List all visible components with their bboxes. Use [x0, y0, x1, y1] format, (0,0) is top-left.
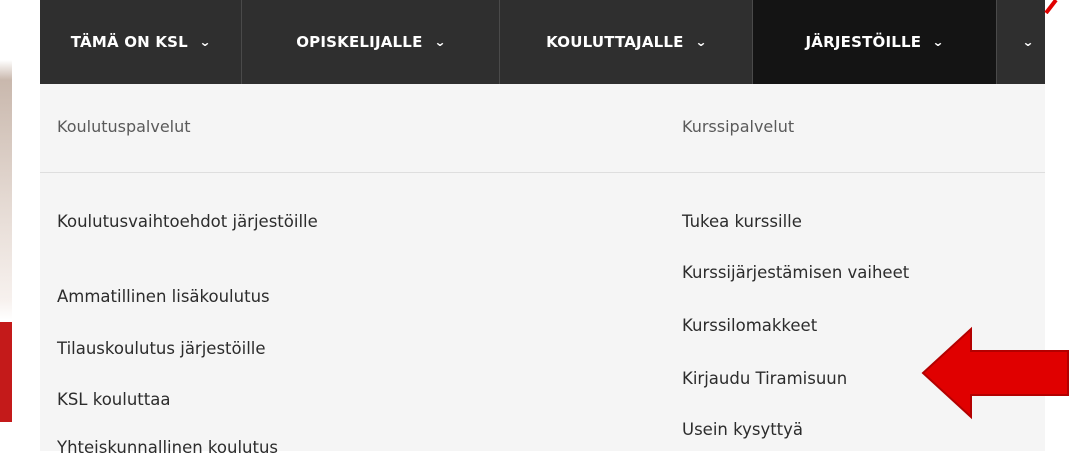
chevron-down-icon: ⌄: [932, 35, 945, 49]
link-tilauskoulutus[interactable]: Tilauskoulutus järjestöille: [57, 339, 266, 358]
chevron-down-icon: ⌄: [433, 35, 446, 49]
left-arrow-icon: [921, 326, 1069, 420]
link-koulutusvaihtoehdot[interactable]: Koulutusvaihtoehdot järjestöille: [57, 212, 318, 231]
red-accent-bar: [0, 322, 12, 422]
nav-item-kouluttajalle[interactable]: KOULUTTAJALLE ⌄: [500, 0, 753, 84]
link-tukea-kurssille[interactable]: Tukea kurssille: [682, 212, 802, 231]
red-annotation-mark: [1044, 0, 1058, 14]
link-usein-kysyttya[interactable]: Usein kysyttyä: [682, 420, 803, 439]
link-kurssijarjestamisen-vaiheet[interactable]: Kurssijärjestämisen vaiheet: [682, 263, 909, 282]
column-title-kurssipalvelut: Kurssipalvelut: [682, 117, 795, 136]
nav-item-label: TÄMÄ ON KSL: [70, 33, 188, 51]
chevron-down-icon: ⌄: [1021, 35, 1035, 49]
page-background-strip: [0, 0, 12, 451]
link-ksl-kouluttaa[interactable]: KSL kouluttaa: [57, 390, 170, 409]
nav-item-label: KOULUTTAJALLE: [546, 33, 684, 51]
nav-item-opiskelijalle[interactable]: OPISKELIJALLE ⌄: [242, 0, 500, 84]
link-kirjaudu-tiramisuun[interactable]: Kirjaudu Tiramisuun: [682, 369, 847, 388]
dropdown-panel: Koulutuspalvelut Kurssipalvelut Koulutus…: [40, 84, 1045, 457]
chevron-down-icon: ⌄: [694, 35, 707, 49]
nav-item-tama-on-ksl[interactable]: TÄMÄ ON KSL ⌄: [40, 0, 242, 84]
column-title-koulutuspalvelut: Koulutuspalvelut: [57, 117, 191, 136]
nav-item-label: JÄRJESTÖILLE: [805, 33, 922, 51]
link-ammatillinen-lisakoulutus[interactable]: Ammatillinen lisäkoulutus: [57, 287, 270, 306]
nav-item-jarjestoille[interactable]: JÄRJESTÖILLE ⌄: [753, 0, 997, 84]
link-kurssilomakkeet[interactable]: Kurssilomakkeet: [682, 316, 817, 335]
link-yhteiskunnallinen-koulutus[interactable]: Yhteiskunnallinen koulutus: [57, 438, 278, 457]
divider: [40, 172, 1045, 173]
main-nav: TÄMÄ ON KSL ⌄ OPISKELIJALLE ⌄ KOULUTTAJA…: [40, 0, 1045, 84]
nav-item-label: OPISKELIJALLE: [296, 33, 423, 51]
chevron-down-icon: ⌄: [198, 35, 212, 49]
